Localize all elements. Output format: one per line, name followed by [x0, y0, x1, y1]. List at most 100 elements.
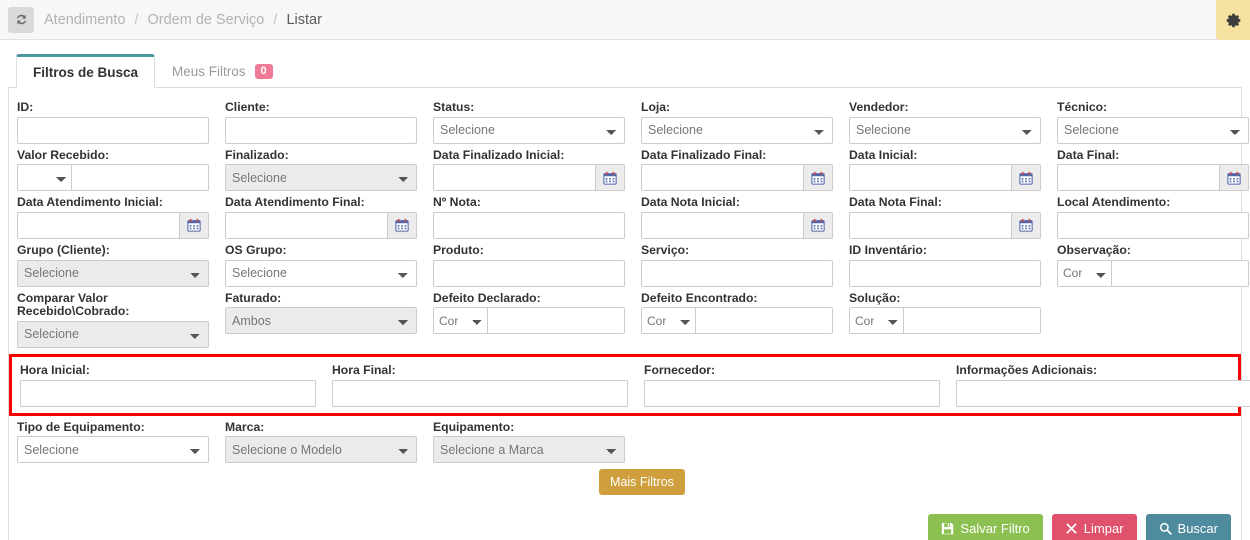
field-group-fornecedor: Fornecedor: [636, 359, 948, 407]
refresh-icon[interactable] [8, 6, 34, 33]
field-group-data-inicial: Data Inicial: [841, 144, 1049, 192]
grupo-cliente-select[interactable]: Selecione [17, 259, 209, 287]
filters-form: ID: Cliente: Status: Selecione Loja: Sel… [8, 88, 1250, 540]
form-actions: Salvar Filtro Limpar Buscar [928, 514, 1231, 540]
produto-input[interactable] [433, 259, 625, 287]
calendar-icon[interactable] [803, 211, 833, 239]
equipamento-select[interactable]: Selecione a Marca [433, 436, 625, 464]
observacao-input[interactable] [1111, 259, 1249, 287]
buscar-button[interactable]: Buscar [1145, 514, 1231, 540]
tab-filtros-de-busca[interactable]: Filtros de Busca [16, 54, 156, 88]
field-group-tipo-equipamento: Tipo de Equipamento: Selecione [9, 416, 217, 464]
tab-bar: Filtros de Busca Meus Filtros 0 [8, 54, 1242, 88]
breadcrumb-item-atendimento[interactable]: Atendimento [44, 12, 125, 28]
cliente-input[interactable] [225, 116, 417, 144]
breadcrumb-separator: / [273, 11, 278, 28]
solucao-input[interactable] [903, 307, 1041, 335]
defeito-encontrado-group: Cor [641, 307, 833, 335]
mais-filtros-button[interactable]: Mais Filtros [599, 469, 685, 496]
servico-input[interactable] [641, 259, 833, 287]
hora-inicial-input[interactable] [20, 379, 316, 407]
salvar-filtro-label: Salvar Filtro [960, 521, 1030, 536]
field-group-data-finalizado-inicial: Data Finalizado Inicial: [425, 144, 633, 192]
field-group-loja: Loja: Selecione [633, 96, 841, 144]
field-group-data-finalizado-final: Data Finalizado Final: [633, 144, 841, 192]
marca-select[interactable]: Selecione o Modelo [225, 436, 417, 464]
calendar-icon[interactable] [1219, 164, 1249, 192]
observacao-cor-select[interactable]: Cor [1057, 259, 1111, 287]
field-group-equipamento: Equipamento: Selecione a Marca [425, 416, 633, 464]
tab-meus-filtros[interactable]: Meus Filtros 0 [155, 54, 290, 88]
data-inicial-input[interactable] [849, 164, 1011, 192]
data-nota-inicial-group [641, 211, 833, 239]
field-group-solucao: Solução: Cor [841, 287, 1049, 348]
hora-final-input[interactable] [332, 379, 628, 407]
comparar-valor-select[interactable]: Selecione [17, 320, 209, 348]
valor-recebido-input[interactable] [71, 164, 209, 192]
field-group-finalizado: Finalizado: Selecione [217, 144, 425, 192]
breadcrumb-item-ordem-de-servico[interactable]: Ordem de Serviço [148, 12, 265, 28]
field-group-data-nota-inicial: Data Nota Inicial: [633, 191, 841, 239]
data-finalizado-final-group [641, 164, 833, 192]
defeito-declarado-input[interactable] [487, 307, 625, 335]
status-select[interactable]: Selecione [433, 116, 625, 144]
calendar-icon[interactable] [595, 164, 625, 192]
calendar-icon[interactable] [179, 211, 209, 239]
data-finalizado-final-input[interactable] [641, 164, 803, 192]
data-finalizado-inicial-input[interactable] [433, 164, 595, 192]
field-group-spacer-2 [633, 416, 841, 464]
field-group-valor-recebido: Valor Recebido: [9, 144, 217, 192]
field-group-hora-final: Hora Final: [324, 359, 636, 407]
valor-recebido-operator-select[interactable] [17, 164, 71, 192]
label-equipamento: Equipamento: [433, 419, 515, 434]
calendar-icon[interactable] [1011, 164, 1041, 192]
informacoes-adicionais-input[interactable] [956, 379, 1250, 407]
os-grupo-select[interactable]: Selecione [225, 259, 417, 287]
label-marca: Marca: [225, 419, 265, 434]
fornecedor-input[interactable] [644, 379, 940, 407]
observacao-group: Cor [1057, 259, 1249, 287]
field-group-n-nota: Nº Nota: [425, 191, 633, 239]
label-defeito-declarado: Defeito Declarado: [433, 290, 541, 305]
data-nota-inicial-input[interactable] [641, 211, 803, 239]
tecnico-select[interactable]: Selecione [1057, 116, 1249, 144]
label-loja: Loja: [641, 100, 671, 114]
field-group-status: Status: Selecione [425, 96, 633, 144]
data-atendimento-inicial-input[interactable] [17, 211, 179, 239]
salvar-filtro-button[interactable]: Salvar Filtro [928, 514, 1043, 540]
gear-icon [1226, 13, 1240, 27]
data-atendimento-final-input[interactable] [225, 211, 387, 239]
faturado-select[interactable]: Ambos [225, 307, 417, 335]
solucao-cor-select[interactable]: Cor [849, 307, 903, 335]
local-atendimento-input[interactable] [1057, 211, 1249, 239]
calendar-icon[interactable] [387, 211, 417, 239]
form-row-1: ID: Cliente: Status: Selecione Loja: Sel… [9, 96, 1249, 144]
n-nota-input[interactable] [433, 211, 625, 239]
finalizado-select[interactable]: Selecione [225, 164, 417, 192]
id-input[interactable] [17, 116, 209, 144]
defeito-encontrado-cor-select[interactable]: Cor [641, 307, 695, 335]
solucao-group: Cor [849, 307, 1041, 335]
calendar-icon[interactable] [803, 164, 833, 192]
filters-panel: Filtros de Busca Meus Filtros 0 ID: Clie… [8, 54, 1250, 540]
tipo-equipamento-select[interactable]: Selecione [17, 436, 209, 464]
data-final-input[interactable] [1057, 164, 1219, 192]
search-icon [1159, 522, 1172, 535]
calendar-icon[interactable] [1011, 211, 1041, 239]
label-fornecedor: Fornecedor: [644, 362, 716, 377]
field-group-cliente: Cliente: [217, 96, 425, 144]
field-group-faturado: Faturado: Ambos [217, 287, 425, 348]
field-group-spacer [1049, 287, 1250, 348]
label-data-finalizado-inicial: Data Finalizado Inicial: [433, 147, 565, 162]
data-nota-final-input[interactable] [849, 211, 1011, 239]
id-inventario-input[interactable] [849, 259, 1041, 287]
defeito-declarado-group: Cor [433, 307, 625, 335]
loja-select[interactable]: Selecione [641, 116, 833, 144]
field-group-data-atendimento-final: Data Atendimento Final: [217, 191, 425, 239]
vendedor-select[interactable]: Selecione [849, 116, 1041, 144]
defeito-encontrado-input[interactable] [695, 307, 833, 335]
settings-button[interactable] [1216, 0, 1250, 40]
defeito-declarado-cor-select[interactable]: Cor [433, 307, 487, 335]
field-group-id: ID: [9, 96, 217, 144]
limpar-button[interactable]: Limpar [1051, 514, 1137, 540]
